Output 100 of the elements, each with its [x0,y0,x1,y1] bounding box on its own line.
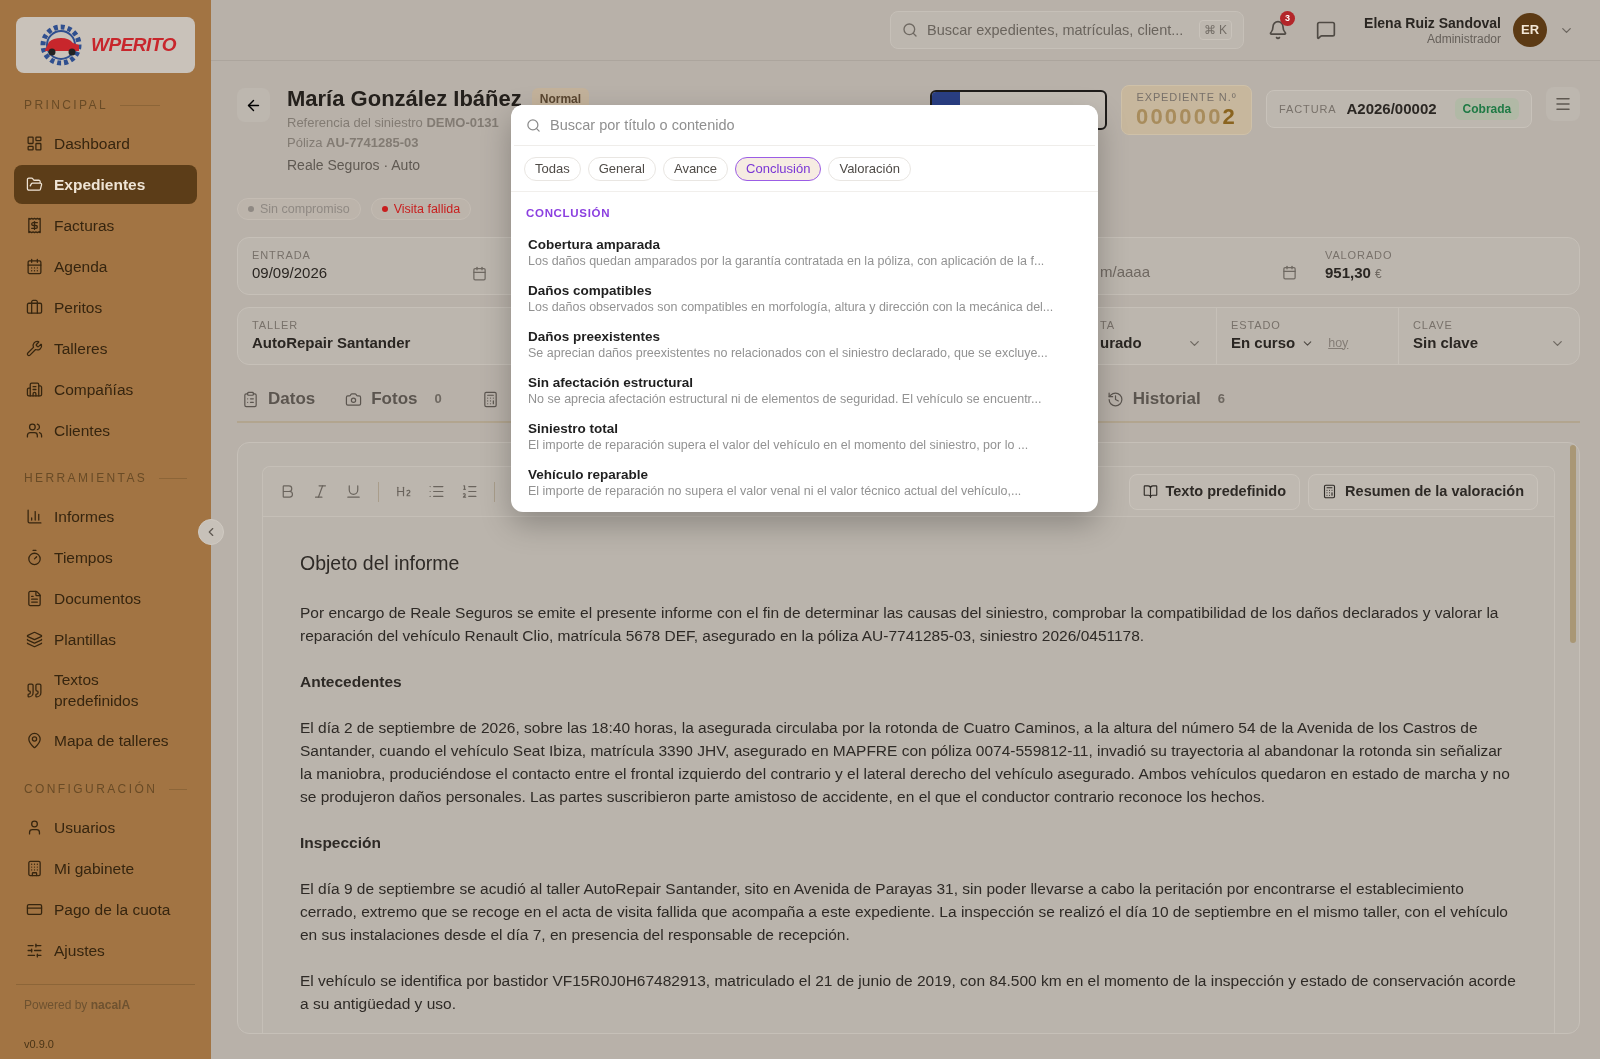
sidebar-item[interactable]: Expedientes [14,165,197,204]
document-icon [26,590,43,607]
filter-chip[interactable]: Todas [524,156,581,181]
receipt-icon [26,217,43,234]
snippet-item[interactable]: Sin afectación estructural No se aprecia afectación estructural ni de elementos de seguridad. El vehículo se encuentr... [511,368,1098,415]
wrench-icon [26,340,43,357]
sidebar-item[interactable]: Dashboard [14,124,197,163]
back-button[interactable] [237,88,270,122]
user-avatar[interactable]: ER [1513,13,1547,47]
section-heading: Inspección [300,833,382,853]
section-heading: Antecedentes [300,672,403,692]
sidebar-item[interactable]: Peritos [14,288,197,327]
snippet-item[interactable]: Cobertura amparada Los daños quedan amparados por la garantía contratada en la póliza, con aplicación de la f... [511,230,1098,277]
expediente-number: 0000002 [1135,104,1238,130]
sidebar-item[interactable]: Agenda [14,247,197,286]
history-icon [1106,390,1124,408]
field-label: ENTRADA [252,248,312,262]
sidebar-item[interactable]: Usuarios [14,808,197,847]
sidebar-item[interactable]: Talleres [14,329,197,368]
sidebar-item[interactable]: Compañías [14,370,197,409]
tab[interactable]: Historial 6 [1106,379,1225,419]
toolbar-button[interactable]: Texto predefinido [1128,473,1301,510]
document-paragraph: El día 2 de septiembre de 2026, sobre las 18:40 horas, la asegurada circulaba por la rotonda de Cuatro Caminos, a la altura del número 54 de la Avenida de los Castros de Santander, cuando el vehículo Seat Ibiza, matrícula 3390 JHV, asegurado en MAPFRE con póliza 0074-559812-11, invadió su trayectoria al abandonar la rotonda sin señalizar la maniobra, produciéndose el contacto entre el frontal izquierdo del contrario y el lateral derecho del vehículo asegurado. Ambos vehículos quedaron en estado de marcha y no se produjeron daños personales. Las partes suscribieron parte amistoso de accidente, en el que el conductor contrario reconoce los hechos. [300,718,1511,807]
filter-chip[interactable]: Valoración [828,156,911,181]
timer-icon [26,549,43,566]
bell-icon[interactable] [1268,20,1289,40]
sidebar-item[interactable]: Clientes [14,411,197,450]
quote-icon [26,681,43,699]
logo-card[interactable]: WPERITO [16,17,195,73]
calendar-icon[interactable] [472,265,487,281]
italic-icon[interactable] [312,483,329,500]
sidebar-item[interactable]: Mi gabinete [14,849,197,888]
underline-icon[interactable] [345,483,362,500]
section-title: HERRAMIENTAS [24,470,148,487]
filter-chip[interactable]: General [587,156,656,181]
invoice-status: Cobrada [1454,98,1520,120]
shortcut-hint: ⌘ K [1198,20,1233,40]
search-icon [526,118,541,133]
date-field[interactable]: m/aaaa [1100,238,1311,294]
search-icon [902,22,919,38]
document-paragraph: Por encargo de Reale Seguros se emite el presente informe con el fin de determinar las causas del siniestro, comprobar la compatibilidad de los daños declarados y valorar la reparación del vehículo Renault Clio, matrícula 5678 DEF, asegurado en la póliza AU-7741285-03, siniestro 2026/0451178. [300,603,1500,646]
bar-chart-icon [26,508,43,525]
tab[interactable]: Datos [242,379,316,419]
filter-chip[interactable]: Conclusión [735,156,822,181]
sidebar-item[interactable]: Facturas [14,206,197,245]
sidebar-item[interactable]: Tiempos [14,538,197,577]
snippet-item[interactable]: Daños compatibles Los daños observados son compatibles en morfología, altura y dirección con la mecánica del... [511,276,1098,323]
snippet-item[interactable]: Vehículo reparable El importe de reparación no supera el valor venal ni el valor técnico actual del vehículo,... [511,460,1098,507]
status-value[interactable]: En curso [1231,332,1296,354]
user-role: Administrador [1426,31,1501,47]
field-label: TALLER [252,318,300,332]
sidebar-item[interactable]: Ajustes [14,931,197,970]
picker-section-title: CONCLUSIÓN [525,206,612,221]
menu-button[interactable] [1546,87,1580,121]
building-icon [26,860,43,877]
sidebar-item[interactable]: Textos predefinidos [14,661,197,719]
book-icon [1142,484,1158,499]
calendar-icon[interactable] [1282,265,1297,280]
notification-badge: 3 [1280,11,1296,26]
calculator-icon [1322,484,1338,499]
field-label: ESTADO [1231,318,1282,332]
scrollbar-thumb[interactable] [1570,445,1576,643]
calendar-icon [26,258,43,275]
menu-icon [1554,95,1572,113]
clipboard-icon [242,390,259,408]
sidebar-item[interactable]: Informes [14,497,197,536]
chat-icon[interactable] [1316,20,1337,40]
document-paragraph: El vehículo se identifica por bastidor VF15R0J0H67482913, matriculado el 21 de junio de 2019, con 84.500 km en el momento de la inspección y estado de conservación acorde a su antigüedad y uso. [300,971,1517,1014]
version-text: v0.9.0 [23,1037,55,1052]
map-pin-icon [26,732,43,749]
filter-chip[interactable]: Avance [662,156,729,181]
sidebar-item[interactable]: Pago de la cuota [14,890,197,929]
folder-icon [26,176,43,193]
calculator-icon [481,390,499,408]
sidebar-item[interactable]: Documentos [14,579,197,618]
section-title: CONFIGURACIÓN [24,780,158,798]
users-icon [26,422,43,439]
snippet-item[interactable]: Siniestro total El importe de reparación supera el valor del vehículo en el momento del siniestro, por lo ... [511,414,1098,461]
invoice-number: A2026/00002 [1346,98,1437,119]
tab[interactable]: Fotos 0 [345,379,442,419]
bullet-list-icon[interactable] [428,483,445,500]
building-icon [26,381,43,398]
numbered-list-icon[interactable] [461,483,478,500]
credit-card-icon [26,901,43,918]
field-label: VALORADO [1325,247,1394,262]
grid-icon [26,135,43,152]
logo-text: WPERITO [91,32,176,57]
snippet-item[interactable]: Daños preexistentes Se aprecian daños preexistentes no relacionados con el siniestro declarado, que se excluye... [511,322,1098,369]
layers-icon [26,631,43,648]
sidebar-item[interactable]: Plantillas [14,620,197,659]
briefcase-icon [26,299,43,316]
date-value: 09/09/2026 [252,263,328,283]
user-name: Elena Ruiz Sandoval [1364,13,1501,32]
field-label: TA [1100,318,1116,332]
user-icon [26,819,43,836]
toolbar-button[interactable]: Resumen de la valoración [1308,473,1538,510]
camera-icon [345,390,363,408]
sliders-icon [26,942,43,959]
sidebar-item[interactable]: Mapa de talleres [14,721,197,760]
today-link[interactable]: hoy [1328,333,1349,353]
